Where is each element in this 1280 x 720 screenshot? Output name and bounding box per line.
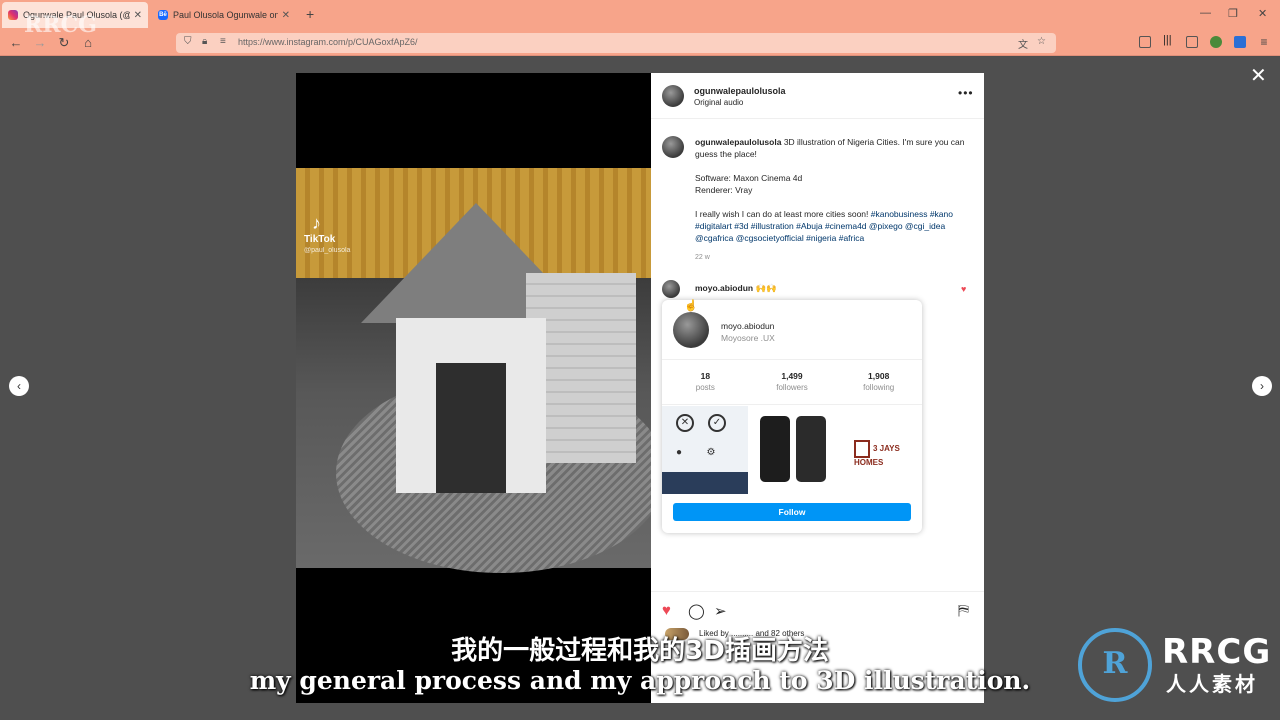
tab-close-icon[interactable]: ✕	[282, 10, 290, 21]
watermark-top: RRCG	[24, 12, 97, 38]
pocket-icon[interactable]	[1139, 36, 1151, 48]
translate-icon[interactable]: 文	[1018, 36, 1028, 51]
instagram-icon	[8, 10, 18, 20]
previous-post-button[interactable]: ‹	[9, 376, 29, 396]
extension-icon[interactable]	[1210, 36, 1222, 48]
post-sidebar: ogunwalepaulolusola Original audio ••• o…	[651, 73, 984, 703]
post-modal: ♪ TikTok @paul_olusola ogunwalepauloluso…	[296, 73, 984, 703]
watermark-chinese: 人人素材	[1166, 672, 1258, 696]
caption-wish: I really wish I can do at least more cit…	[695, 209, 869, 219]
comment-emoji: 🙌🙌	[755, 283, 777, 293]
post-header: ogunwalepaulolusola Original audio •••	[651, 73, 984, 119]
back-icon[interactable]: ←	[8, 35, 24, 50]
tab-close-icon[interactable]: ✕	[134, 10, 142, 21]
tab-strip: Ogunwale Paul Olusola (@ogun ✕ Bē Paul O…	[0, 0, 1280, 30]
address-bar[interactable]: ⛉ 🔒︎ ≡ https://www.instagram.com/p/CUAGo…	[176, 33, 1056, 53]
new-tab-button[interactable]: +	[306, 6, 314, 22]
caption-renderer: Renderer: Vray	[695, 185, 753, 195]
url-text[interactable]: https://www.instagram.com/p/CUAGoxfApZ6/	[238, 37, 418, 47]
post-thumbnail[interactable]: 3 JAYS HOMES	[836, 406, 922, 494]
post-thumbnail[interactable]: ✕ ✓ ⚙ ●	[662, 406, 748, 494]
navigation-bar: ← → ↻ ⌂ ⛉ 🔒︎ ≡ https://www.instagram.com…	[0, 30, 1280, 56]
bookmark-star-icon[interactable]: ☆	[1037, 36, 1046, 47]
profile-hovercard: moyo.abiodun Moyosore .UX 18 posts 1,499 f…	[662, 300, 922, 533]
brand-logo: 3 JAYS HOMES	[854, 440, 922, 467]
permissions-icon[interactable]: ≡	[220, 36, 226, 47]
post-actions: ♥ ◯ ➢ ⛿	[651, 591, 984, 631]
stat-followers[interactable]: 1,499 followers	[749, 360, 836, 404]
audio-label[interactable]: Original audio	[694, 98, 743, 107]
profile-stats: 18 posts 1,499 followers 1,908 following	[662, 359, 922, 405]
post-age[interactable]: 22 w	[695, 252, 975, 264]
shield-icon[interactable]: ⛉	[184, 36, 192, 47]
library-icon[interactable]: |||	[1163, 34, 1175, 46]
post-video[interactable]: ♪ TikTok @paul_olusola	[296, 73, 651, 703]
caption-username[interactable]: ogunwalepaulolusola	[695, 137, 781, 147]
modal-close-icon[interactable]: ✕	[1250, 66, 1267, 86]
more-options-icon[interactable]: •••	[958, 86, 974, 100]
watermark-brand: RRCG	[1162, 632, 1272, 672]
hovercard-fullname: Moyosore .UX	[721, 333, 775, 343]
avatar[interactable]	[662, 85, 684, 107]
comment-icon[interactable]: ◯	[688, 602, 705, 620]
tab-behance[interactable]: Bē Paul Olusola Ogunwale on Beh ✕	[152, 2, 296, 28]
avatar[interactable]	[662, 280, 680, 298]
next-post-button[interactable]: ›	[1252, 376, 1272, 396]
phone-mockup	[796, 416, 826, 482]
tiktok-handle: @paul_olusola	[304, 247, 351, 254]
render-gate	[396, 318, 546, 493]
lock-icon[interactable]: 🔒︎	[202, 36, 207, 47]
menu-icon[interactable]: ≡	[1256, 35, 1272, 49]
user-icon: ●	[675, 447, 683, 458]
avatar[interactable]	[662, 136, 684, 158]
tiktok-watermark: ♪ TikTok @paul_olusola	[304, 213, 351, 254]
translate-extension-icon[interactable]	[1234, 36, 1246, 48]
mouse-cursor-icon: ☝	[684, 300, 698, 312]
save-icon[interactable]: ⛿	[958, 602, 969, 619]
comment-row: moyo.abiodun 🙌🙌 ♥	[651, 276, 984, 300]
recent-posts: ✕ ✓ ⚙ ● 3 JAYS HOMES	[662, 406, 922, 494]
caption-software: Software: Maxon Cinema 4d	[695, 173, 803, 183]
hovercard-username[interactable]: moyo.abiodun	[721, 321, 774, 331]
check-circle-icon: ✓	[708, 414, 726, 432]
share-icon[interactable]: ➢	[714, 602, 727, 620]
phone-mockup	[760, 416, 790, 482]
watermark-logo: R	[1078, 628, 1152, 702]
thumbnail-bar	[662, 472, 748, 494]
gear-icon: ⚙	[706, 447, 716, 458]
tab-title: Paul Olusola Ogunwale on Beh	[173, 10, 278, 20]
follow-button[interactable]: Follow	[673, 503, 911, 521]
comment-like-icon[interactable]: ♥	[961, 284, 966, 294]
close-circle-icon: ✕	[676, 414, 694, 432]
author-username[interactable]: ogunwalepaulolusola	[694, 86, 786, 96]
comment-username[interactable]: moyo.abiodun	[695, 283, 753, 293]
behance-icon: Bē	[158, 10, 168, 20]
stat-following[interactable]: 1,908 following	[835, 360, 922, 404]
restore-button[interactable]: ❐	[1228, 7, 1238, 20]
tiktok-icon: ♪	[312, 213, 321, 233]
window-close-button[interactable]: ✕	[1258, 7, 1267, 20]
sidebar-icon[interactable]	[1186, 36, 1198, 48]
comment-text: moyo.abiodun 🙌🙌	[695, 283, 777, 294]
like-icon[interactable]: ♥	[662, 602, 671, 619]
minimize-button[interactable]: —	[1200, 7, 1211, 19]
stat-posts: 18 posts	[695, 371, 715, 392]
post-thumbnail[interactable]	[749, 406, 835, 494]
avatar[interactable]	[673, 312, 709, 348]
